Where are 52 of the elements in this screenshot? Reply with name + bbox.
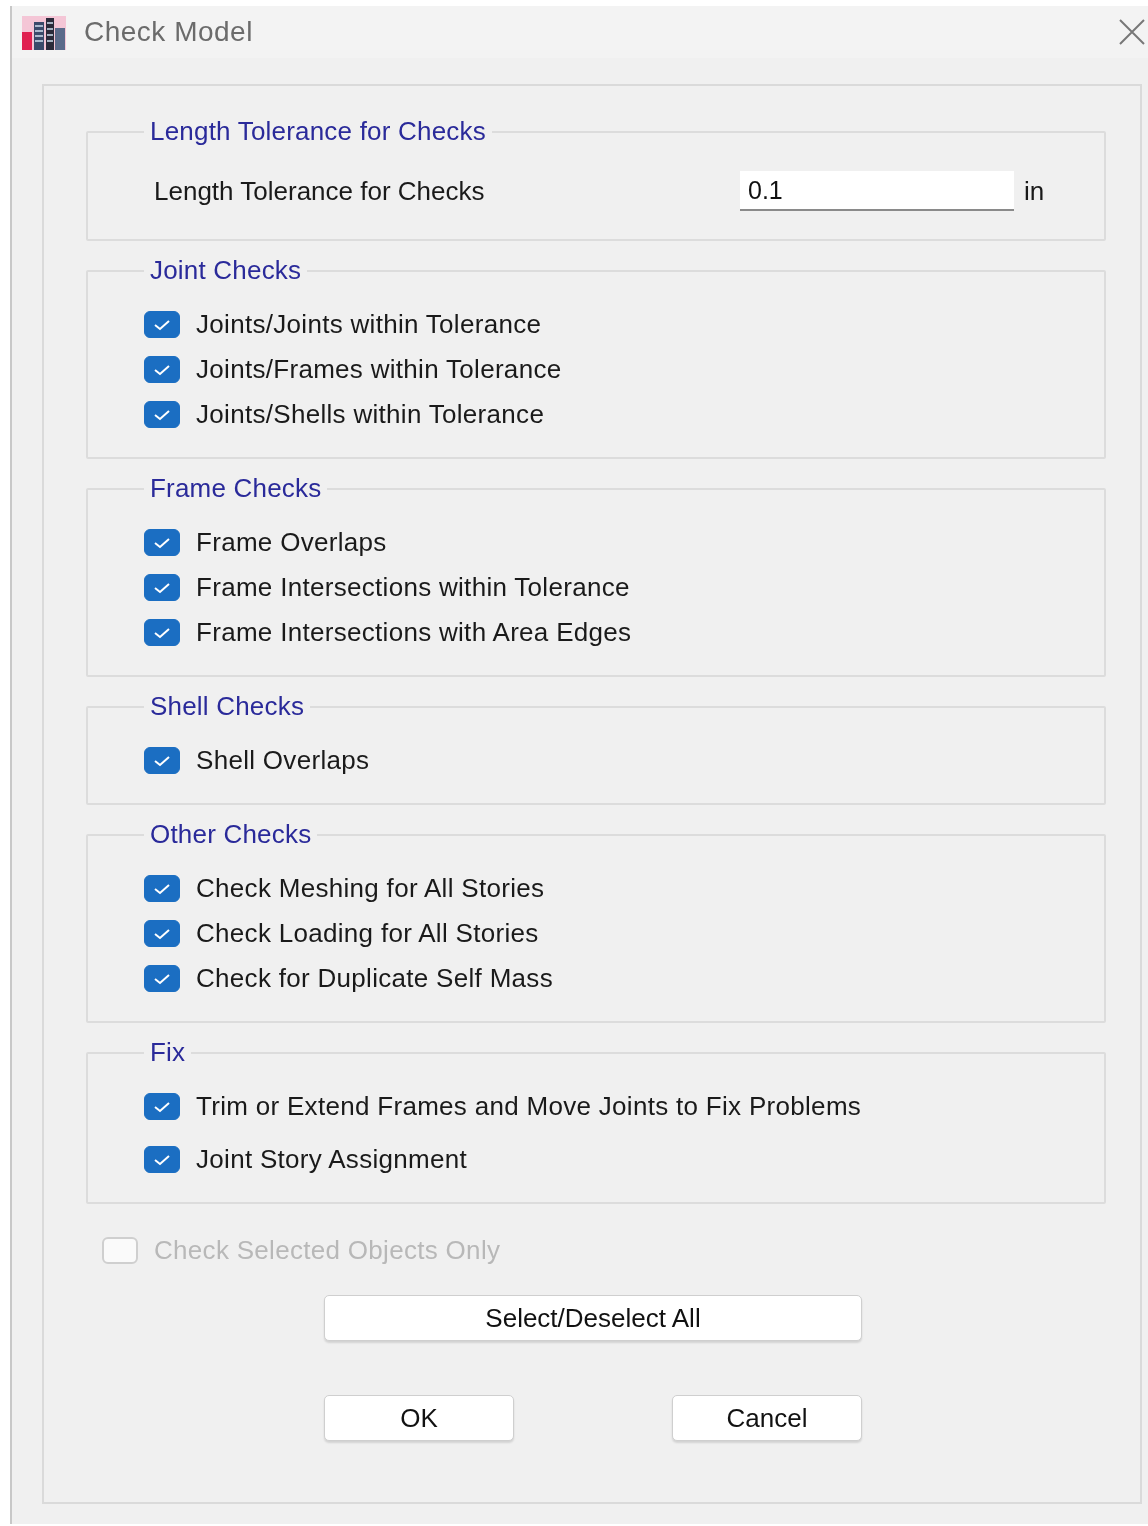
checkbox-label: Check for Duplicate Self Mass <box>196 963 553 994</box>
checkbox-label: Joint Story Assignment <box>196 1144 468 1175</box>
checkbox-label: Frame Intersections with Area Edges <box>196 617 632 648</box>
check-icon <box>153 753 171 768</box>
checkbox-label: Check Loading for All Stories <box>196 918 539 949</box>
buildings-icon <box>22 14 66 50</box>
check-icon <box>153 362 171 377</box>
checkbox[interactable] <box>144 747 180 774</box>
close-icon[interactable] <box>1118 18 1146 46</box>
group-title: Fix <box>149 1037 187 1068</box>
unit-label: in <box>1024 175 1045 207</box>
checkbox[interactable] <box>144 574 180 601</box>
check-icon <box>153 926 171 941</box>
checkbox-label: Frame Overlaps <box>196 527 387 558</box>
check-icon <box>153 317 171 332</box>
group-title: Frame Checks <box>149 473 323 504</box>
checkbox[interactable] <box>144 619 180 646</box>
check-icon <box>153 1099 171 1114</box>
check-icon <box>153 407 171 422</box>
checkbox-label: Check Meshing for All Stories <box>196 873 545 904</box>
checkbox-label: Trim or Extend Frames and Move Joints to Fix Problems <box>196 1091 862 1122</box>
checkbox[interactable] <box>144 875 180 902</box>
checkbox-label: Frame Intersections within Tolerance <box>196 572 630 603</box>
checkbox[interactable] <box>144 356 180 383</box>
checkbox[interactable] <box>144 311 180 338</box>
group-title: Shell Checks <box>149 691 306 722</box>
checkbox[interactable] <box>144 1146 180 1173</box>
select-all-button[interactable]: Select/Deselect All <box>324 1295 862 1341</box>
check-icon <box>153 625 171 640</box>
checkbox[interactable] <box>144 529 180 556</box>
checkbox[interactable] <box>144 1093 180 1120</box>
check-icon <box>153 580 171 595</box>
checkbox-label: Joints/Frames within Tolerance <box>196 354 562 385</box>
window-title: Check Model <box>84 16 253 48</box>
checkbox[interactable] <box>144 965 180 992</box>
check-icon <box>153 971 171 986</box>
group-title: Other Checks <box>149 819 313 850</box>
cancel-button[interactable]: Cancel <box>672 1395 862 1441</box>
checkbox-label: Shell Overlaps <box>196 745 370 776</box>
tolerance-field[interactable]: 0.1 <box>740 171 1014 211</box>
group-title: Joint Checks <box>149 255 303 286</box>
checkbox[interactable] <box>144 920 180 947</box>
checkbox-label: Joints/Joints within Tolerance <box>196 309 542 340</box>
group-title: Length Tolerance for Checks <box>149 116 487 147</box>
field-label: Length Tolerance for Checks <box>154 175 486 207</box>
checkbox-label: Check Selected Objects Only <box>154 1235 501 1266</box>
check-icon <box>153 881 171 896</box>
checkbox-label: Joints/Shells within Tolerance <box>196 399 545 430</box>
check-icon <box>153 535 171 550</box>
ok-button[interactable]: OK <box>324 1395 514 1441</box>
check-icon <box>153 1152 171 1167</box>
checkbox[interactable] <box>144 401 180 428</box>
